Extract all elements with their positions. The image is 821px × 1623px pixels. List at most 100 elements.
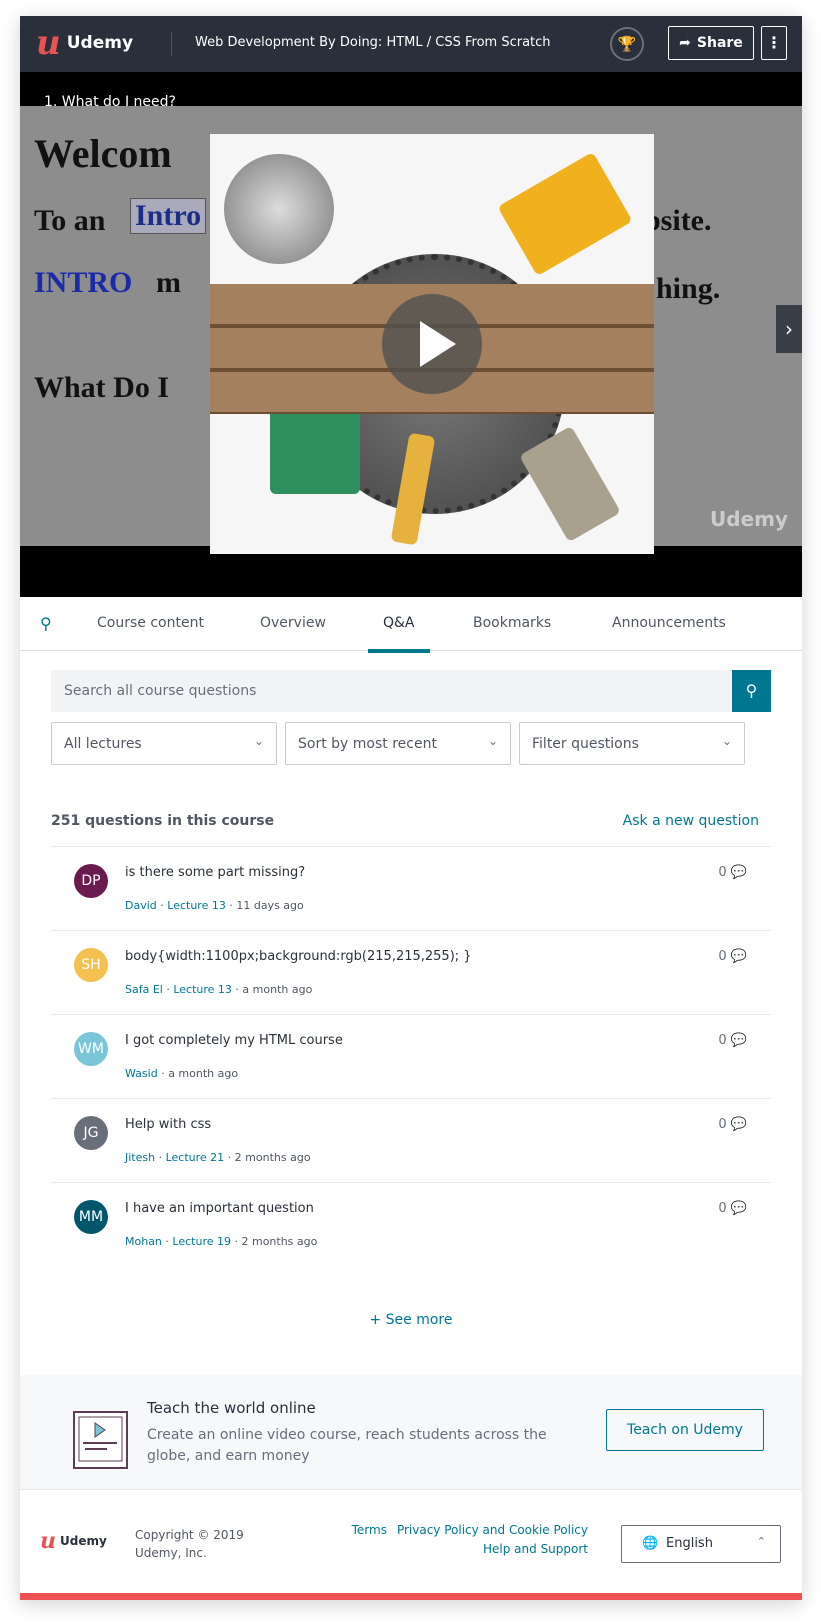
search-button[interactable]: ⚲	[732, 670, 771, 712]
question-item[interactable]: JG Help with css Jitesh · Lecture 21 · 2…	[51, 1098, 771, 1182]
video-player[interactable]: Welcom To an Intro bsite. INTRO m hing. …	[20, 72, 802, 597]
lecture-filter-select[interactable]: All lectures ⌄	[51, 722, 277, 765]
header: u Udemy Web Development By Doing: HTML / …	[20, 16, 802, 72]
sort-select[interactable]: Sort by most recent ⌄	[285, 722, 511, 765]
drill-image	[270, 404, 360, 494]
avatar: DP	[74, 864, 108, 898]
question-time: 2 months ago	[241, 1235, 318, 1248]
slide-text: bsite.	[644, 204, 712, 237]
footer-links: Terms Privacy Policy and Cookie Policy He…	[342, 1521, 588, 1559]
question-search: ⚲	[51, 670, 771, 712]
author-link[interactable]: Jitesh	[125, 1151, 155, 1164]
tab-overview[interactable]: Overview	[260, 615, 326, 631]
lecture-title: 1. What do I need?	[44, 94, 176, 110]
avatar: WM	[74, 1032, 108, 1066]
question-time: 2 months ago	[234, 1151, 311, 1164]
handsaw-image	[497, 151, 633, 277]
udemy-watermark: Udemy	[710, 507, 788, 531]
question-meta: David · Lecture 13 · 11 days ago	[125, 899, 304, 912]
terms-link[interactable]: Terms	[352, 1523, 387, 1537]
question-item[interactable]: DP is there some part missing? David · L…	[51, 846, 771, 930]
share-arrow-icon: ➦	[679, 35, 691, 51]
avatar: MM	[74, 1200, 108, 1234]
comments-icon: 💬	[730, 1201, 747, 1216]
see-more-link[interactable]: + See more	[20, 1312, 802, 1328]
author-link[interactable]: Safa El	[125, 983, 163, 996]
tab-qa[interactable]: Q&A	[368, 615, 429, 653]
comments-icon: 💬	[730, 1033, 747, 1048]
question-meta: Jitesh · Lecture 21 · 2 months ago	[125, 1151, 311, 1164]
question-meta: Mohan · Lecture 19 · 2 months ago	[125, 1235, 318, 1248]
teach-illustration	[73, 1411, 128, 1469]
teach-banner: Teach the world online Create an online …	[20, 1375, 802, 1490]
video-thumbnail[interactable]	[210, 134, 654, 554]
question-count: 251 questions in this course	[51, 813, 275, 829]
lecture-link[interactable]: Lecture 13	[173, 983, 232, 996]
author-link[interactable]: Wasid	[125, 1067, 158, 1080]
slide-text: hing.	[656, 272, 721, 305]
author-link[interactable]: David	[125, 899, 157, 912]
tab-bookmarks[interactable]: Bookmarks	[473, 615, 551, 631]
tab-announcements[interactable]: Announcements	[612, 615, 726, 631]
divider	[171, 32, 172, 56]
language-select[interactable]: 🌐 English ⌃	[621, 1525, 781, 1563]
comments-icon: 💬	[730, 865, 747, 880]
author-link[interactable]: Mohan	[125, 1235, 162, 1248]
slide-text: To an	[34, 204, 106, 237]
chevron-down-icon: ⌄	[721, 734, 732, 748]
question-filter-select[interactable]: Filter questions ⌄	[519, 722, 745, 765]
slide-text: What Do I	[34, 371, 170, 404]
search-icon[interactable]: ⚲	[40, 614, 52, 633]
slide-text: Intro	[130, 198, 207, 234]
search-input[interactable]	[51, 670, 711, 712]
lecture-link[interactable]: Lecture 13	[167, 899, 226, 912]
reply-count: 0 💬	[718, 1201, 747, 1216]
question-title[interactable]: body{width:1100px;background:rgb(215,215…	[125, 949, 472, 964]
ask-question-link[interactable]: Ask a new question	[623, 813, 759, 829]
udemy-logo[interactable]: u Udemy	[36, 26, 133, 60]
question-item[interactable]: MM I have an important question Mohan · …	[51, 1182, 771, 1266]
reply-count: 0 💬	[718, 865, 747, 880]
lecture-link[interactable]: Lecture 21	[166, 1151, 225, 1164]
help-link[interactable]: Help and Support	[483, 1542, 588, 1556]
question-list: DP is there some part missing? David · L…	[51, 846, 771, 1266]
question-time: 11 days ago	[236, 899, 304, 912]
next-lecture-chevron-icon[interactable]: ›	[776, 305, 802, 353]
slide-text: INTRO	[34, 266, 133, 299]
question-title[interactable]: is there some part missing?	[125, 865, 305, 880]
question-meta: Wasid · a month ago	[125, 1067, 239, 1080]
course-tabs: ⚲ Course content Overview Q&A Bookmarks …	[20, 597, 802, 653]
avatar: JG	[74, 1116, 108, 1150]
footer-udemy-logo[interactable]: u Udemy	[40, 1528, 107, 1554]
chevron-up-icon: ⌃	[756, 1535, 766, 1548]
course-title[interactable]: Web Development By Doing: HTML / CSS Fro…	[195, 35, 551, 50]
app: u Udemy Web Development By Doing: HTML / …	[20, 16, 802, 1600]
comments-icon: 💬	[730, 1117, 747, 1132]
video-screen-icon	[78, 1416, 123, 1462]
tab-course-content[interactable]: Course content	[97, 615, 204, 631]
question-title[interactable]: Help with css	[125, 1117, 211, 1132]
slide-text: m	[156, 266, 181, 299]
chevron-down-icon: ⌄	[253, 734, 264, 748]
teach-on-udemy-button[interactable]: Teach on Udemy	[606, 1409, 764, 1451]
question-time: a month ago	[168, 1067, 239, 1080]
trophy-icon[interactable]: 🏆	[610, 27, 644, 61]
question-title[interactable]: I have an important question	[125, 1201, 314, 1216]
play-button[interactable]	[382, 294, 482, 394]
question-meta: Safa El · Lecture 13 · a month ago	[125, 983, 313, 996]
reply-count: 0 💬	[718, 1117, 747, 1132]
more-options-button[interactable]: ⋮	[761, 26, 787, 60]
privacy-link[interactable]: Privacy Policy and Cookie Policy	[397, 1523, 588, 1537]
share-button[interactable]: ➦ Share	[668, 26, 754, 60]
comments-icon: 💬	[730, 949, 747, 964]
question-title[interactable]: I got completely my HTML course	[125, 1033, 343, 1048]
slide-text: Welcom	[34, 131, 172, 176]
reply-count: 0 💬	[718, 1033, 747, 1048]
question-time: a month ago	[242, 983, 313, 996]
search-icon: ⚲	[745, 681, 758, 700]
lecture-link[interactable]: Lecture 19	[172, 1235, 231, 1248]
copyright: Copyright © 2019 Udemy, Inc.	[135, 1528, 244, 1560]
question-item[interactable]: WM I got completely my HTML course Wasid…	[51, 1014, 771, 1098]
question-item[interactable]: SH body{width:1100px;background:rgb(215,…	[51, 930, 771, 1014]
brand-bar	[20, 1593, 802, 1600]
